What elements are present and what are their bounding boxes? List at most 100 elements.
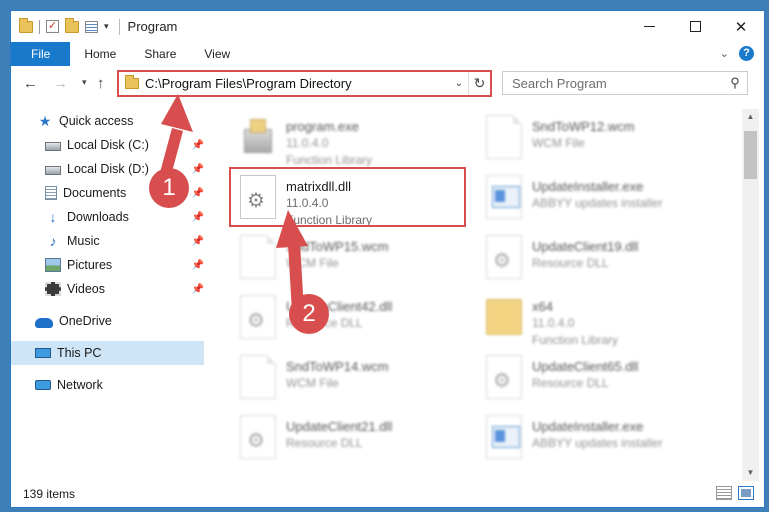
properties-checkmark-icon[interactable]: ✓: [46, 20, 59, 33]
sidebar-item-label: Local Disk (C:): [67, 138, 149, 152]
gear-file-icon: [486, 355, 522, 399]
scroll-down-icon[interactable]: ▼: [742, 465, 759, 481]
downloads-icon: ↓: [49, 209, 57, 225]
item-count: 139 items: [23, 487, 76, 501]
customize-dropdown-icon[interactable]: ▾: [104, 21, 109, 32]
file-detail: WCM File: [286, 256, 339, 270]
search-box[interactable]: ⚲: [502, 71, 748, 95]
sidebar-item-label: This PC: [57, 346, 102, 360]
file-item[interactable]: UpdateClient19.dll Resource DLL: [480, 231, 720, 289]
file-detail: 11.0.4.0: [286, 136, 329, 150]
file-item[interactable]: UpdateInstaller.exe ABBYY updates instal…: [480, 171, 720, 229]
window-controls: ✕: [626, 11, 764, 42]
view-toggle-group: [716, 486, 754, 500]
network-icon: [35, 380, 51, 390]
file-name: UpdateInstaller.exe: [532, 419, 644, 434]
pin-icon[interactable]: 📌: [192, 140, 204, 151]
file-name: x64: [532, 299, 553, 314]
file-item[interactable]: UpdateClient21.dll Resource DLL: [234, 411, 474, 469]
status-bar: 139 items: [11, 481, 764, 507]
sidebar-item-quick-access[interactable]: ★ Quick access: [11, 109, 204, 133]
large-icons-view-icon[interactable]: [738, 486, 754, 500]
new-folder-icon[interactable]: [65, 17, 79, 33]
file-item[interactable]: UpdateInstaller.exe ABBYY updates instal…: [480, 411, 720, 469]
window-title: Program: [127, 19, 178, 34]
search-input[interactable]: [503, 75, 723, 91]
sidebar-item-onedrive[interactable]: OneDrive: [11, 309, 204, 333]
tab-view[interactable]: View: [190, 42, 244, 66]
file-item[interactable]: SndToWP12.wcm WCM File: [480, 111, 720, 169]
navigation-pane: ★ Quick access Local Disk (C:) 📌 Local D…: [11, 109, 204, 479]
properties-icon[interactable]: [85, 20, 98, 33]
file-name: SndToWP12.wcm: [532, 119, 635, 134]
file-name: program.exe: [286, 119, 359, 134]
forward-arrow-icon[interactable]: →: [53, 75, 68, 92]
file-item[interactable]: program.exe 11.0.4.0 Function Library: [234, 111, 474, 169]
file-detail: WCM File: [532, 136, 585, 150]
sidebar-item-this-pc[interactable]: This PC: [11, 341, 204, 365]
help-icon[interactable]: ?: [739, 46, 754, 61]
ribbon-right-controls: ⌄ ?: [720, 46, 754, 61]
disk-icon: [45, 165, 61, 175]
sidebar-item-pictures[interactable]: Pictures 📌: [11, 253, 204, 277]
step-marker-2: 2: [289, 294, 329, 334]
file-item[interactable]: UpdateClient65.dll Resource DLL: [480, 351, 720, 409]
file-item[interactable]: SndToWP14.wcm WCM File: [234, 351, 474, 409]
pin-icon[interactable]: 📌: [192, 284, 204, 295]
back-arrow-icon[interactable]: ←: [23, 75, 38, 92]
ribbon-collapse-icon[interactable]: ⌄: [720, 47, 729, 60]
scroll-up-icon[interactable]: ▲: [742, 109, 759, 125]
toolbar-separator: [39, 19, 40, 34]
file-item[interactable]: x64 11.0.4.0 Function Library: [480, 291, 720, 349]
search-icon[interactable]: ⚲: [723, 75, 747, 91]
sidebar-item-network[interactable]: Network: [11, 373, 204, 397]
documents-icon: [45, 186, 57, 200]
minimize-icon: [643, 26, 655, 27]
up-arrow-icon[interactable]: ↑: [97, 75, 105, 92]
pin-icon[interactable]: 📌: [192, 188, 204, 199]
file-detail: Resource DLL: [532, 376, 609, 390]
recent-locations-icon[interactable]: ▾: [82, 77, 87, 88]
scroll-thumb[interactable]: [744, 131, 757, 179]
sidebar-item-local-disk-c[interactable]: Local Disk (C:) 📌: [11, 133, 204, 157]
details-view-icon[interactable]: [716, 486, 732, 500]
address-bar[interactable]: C:\Program Files\Program Directory ⌄ ↻: [117, 70, 492, 97]
file-name: UpdateInstaller.exe: [532, 179, 644, 194]
sidebar-item-music[interactable]: ♪ Music 📌: [11, 229, 205, 253]
pin-icon[interactable]: 📌: [192, 212, 204, 223]
pin-icon[interactable]: 📌: [192, 236, 204, 247]
tab-share[interactable]: Share: [130, 42, 190, 66]
close-button[interactable]: ✕: [718, 11, 764, 42]
minimize-button[interactable]: [626, 11, 672, 42]
sidebar-item-label: Documents: [63, 186, 127, 200]
address-dropdown-icon[interactable]: ⌄: [450, 78, 468, 89]
file-detail: ABBYY updates installer: [532, 436, 663, 450]
document-icon: [486, 115, 522, 159]
file-detail: Resource DLL: [532, 256, 609, 270]
tab-home[interactable]: Home: [70, 42, 130, 66]
sidebar-item-label: OneDrive: [59, 314, 112, 328]
this-pc-icon: [35, 348, 51, 358]
refresh-icon[interactable]: ↻: [468, 72, 490, 95]
folder-icon: [19, 17, 33, 33]
gear-file-icon: [240, 295, 276, 339]
sidebar-item-label: Network: [57, 378, 103, 392]
file-item[interactable]: SndToWP15.wcm WCM File: [234, 231, 474, 289]
address-path[interactable]: C:\Program Files\Program Directory: [145, 76, 450, 91]
file-name: SndToWP14.wcm: [286, 359, 389, 374]
file-item[interactable]: UpdateClient42.dll Resource DLL: [234, 291, 474, 349]
star-icon: ★: [38, 113, 52, 129]
pin-icon[interactable]: 📌: [192, 260, 204, 271]
file-explorer-window: ✓ ▾ Program ✕ File Home Share View ⌄ ? ←…: [10, 10, 765, 508]
folder-icon: [486, 299, 522, 335]
file-list: program.exe 11.0.4.0 Function Library Sn…: [214, 109, 739, 479]
sidebar-item-videos[interactable]: Videos 📌: [11, 277, 204, 301]
sidebar-item-downloads[interactable]: ↓ Downloads 📌: [11, 205, 205, 229]
onedrive-icon: [35, 317, 53, 328]
tab-file[interactable]: File: [11, 42, 71, 66]
close-icon: ✕: [734, 18, 748, 36]
maximize-button[interactable]: [672, 11, 718, 42]
vertical-scrollbar[interactable]: ▲ ▼: [742, 109, 759, 481]
pin-icon[interactable]: 📌: [192, 164, 204, 175]
step-marker-1: 1: [149, 168, 189, 208]
